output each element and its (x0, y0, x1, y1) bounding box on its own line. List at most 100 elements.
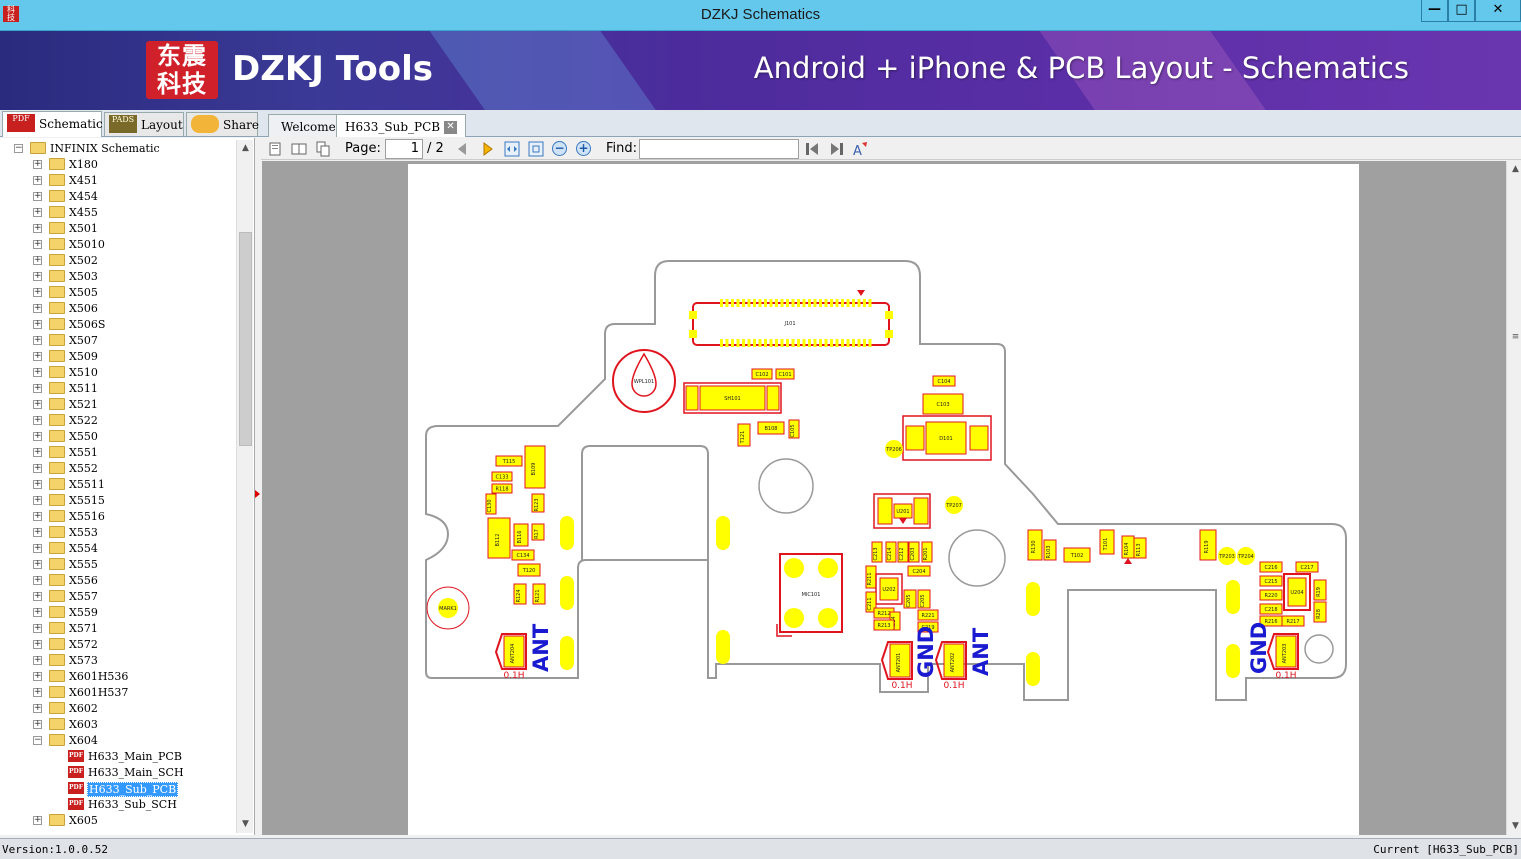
expand-icon[interactable]: + (33, 304, 42, 313)
tree-folder[interactable]: + X510 (0, 365, 236, 381)
tree-folder[interactable]: + X503 (0, 269, 236, 285)
tree-scrollbar[interactable]: ▲ ▼ (236, 140, 253, 833)
expand-icon[interactable]: + (33, 336, 42, 345)
tree-folder[interactable]: + X557 (0, 589, 236, 605)
tree-folder[interactable]: + X5515 (0, 493, 236, 509)
scroll-up-icon[interactable]: ▲ (237, 140, 254, 157)
maximize-button[interactable]: □ (1448, 0, 1475, 22)
tab-h633-sub-pcb[interactable]: H633_Sub_PCB ✕ (336, 114, 467, 137)
tree-folder[interactable]: + X573 (0, 653, 236, 669)
tree-folder[interactable]: + X521 (0, 397, 236, 413)
expand-icon[interactable]: + (33, 176, 42, 185)
find-next-icon[interactable] (829, 141, 845, 157)
scroll-thumb[interactable] (239, 232, 252, 446)
highlight-text-icon[interactable]: A (852, 141, 868, 157)
expand-icon[interactable]: + (33, 544, 42, 553)
tree-folder[interactable]: + X506S (0, 317, 236, 333)
tree-folder[interactable]: + X550 (0, 429, 236, 445)
collapse-icon[interactable]: − (33, 736, 42, 745)
tree-folder[interactable]: + X554 (0, 541, 236, 557)
expand-icon[interactable]: + (33, 688, 42, 697)
single-page-icon[interactable] (267, 141, 283, 157)
expand-icon[interactable]: + (33, 528, 42, 537)
expand-icon[interactable]: + (33, 432, 42, 441)
scroll-down-icon[interactable]: ▼ (1507, 818, 1521, 835)
tree-folder[interactable]: + X603 (0, 717, 236, 733)
tree-folder[interactable]: + X180 (0, 157, 236, 173)
find-previous-icon[interactable] (804, 141, 820, 157)
expand-icon[interactable]: + (33, 224, 42, 233)
tree-folder[interactable]: + X455 (0, 205, 236, 221)
tree-file[interactable]: PDF H633_Main_SCH (0, 765, 236, 781)
zoom-in-icon[interactable]: + (576, 141, 591, 156)
expand-icon[interactable]: + (33, 464, 42, 473)
tree-file[interactable]: PDF H633_Sub_PCB (0, 781, 236, 797)
panel-splitter[interactable] (255, 138, 261, 835)
expand-icon[interactable]: + (33, 480, 42, 489)
expand-icon[interactable]: + (33, 576, 42, 585)
tree-folder[interactable]: + X511 (0, 381, 236, 397)
next-page-icon[interactable] (480, 141, 496, 157)
tree-folder[interactable]: + X454 (0, 189, 236, 205)
fit-width-icon[interactable] (504, 141, 520, 157)
tree-folder[interactable]: + X559 (0, 605, 236, 621)
expand-icon[interactable]: + (33, 672, 42, 681)
scroll-down-icon[interactable]: ▼ (237, 816, 254, 833)
collapse-icon[interactable]: − (14, 144, 23, 153)
expand-icon[interactable]: + (33, 496, 42, 505)
two-page-icon[interactable] (291, 141, 307, 157)
collapse-arrow-icon[interactable] (255, 490, 260, 498)
close-button[interactable]: ✕ (1475, 0, 1521, 22)
expand-icon[interactable]: + (33, 816, 42, 825)
expand-icon[interactable]: + (33, 704, 42, 713)
expand-icon[interactable]: + (33, 512, 42, 521)
expand-icon[interactable]: + (33, 368, 42, 377)
tree-folder[interactable]: + X605 (0, 813, 236, 829)
tree-folder[interactable]: + X572 (0, 637, 236, 653)
tab-layout[interactable]: PADS Layout (104, 112, 184, 136)
expand-icon[interactable]: + (33, 240, 42, 249)
expand-icon[interactable]: + (33, 320, 42, 329)
minimize-button[interactable]: — (1421, 0, 1448, 22)
expand-icon[interactable]: + (33, 192, 42, 201)
expand-icon[interactable]: + (33, 400, 42, 409)
zoom-out-icon[interactable]: − (552, 141, 567, 156)
scroll-up-icon[interactable]: ▲ (1507, 161, 1521, 178)
tree-folder[interactable]: + X5010 (0, 237, 236, 253)
expand-icon[interactable]: + (33, 384, 42, 393)
previous-page-icon[interactable] (454, 141, 470, 157)
tree-folder[interactable]: + X601H537 (0, 685, 236, 701)
expand-icon[interactable]: + (33, 624, 42, 633)
tree-folder[interactable]: + X555 (0, 557, 236, 573)
expand-icon[interactable]: + (33, 256, 42, 265)
scroll-grip-icon[interactable]: ≡ (1507, 329, 1521, 346)
tree-folder[interactable]: + X5511 (0, 477, 236, 493)
expand-icon[interactable]: + (33, 416, 42, 425)
find-input[interactable] (639, 139, 799, 159)
expand-icon[interactable]: + (33, 608, 42, 617)
expand-icon[interactable]: + (33, 208, 42, 217)
tree-folder[interactable]: + X506 (0, 301, 236, 317)
tree-folder[interactable]: − X604 (0, 733, 236, 749)
expand-icon[interactable]: + (33, 656, 42, 665)
tree-folder[interactable]: + X451 (0, 173, 236, 189)
expand-icon[interactable]: + (33, 160, 42, 169)
expand-icon[interactable]: + (33, 272, 42, 281)
expand-icon[interactable]: + (33, 288, 42, 297)
tree-file[interactable]: PDF H633_Sub_SCH (0, 797, 236, 813)
close-tab-icon[interactable]: ✕ (444, 121, 458, 134)
tree-folder[interactable]: + X601H536 (0, 669, 236, 685)
tree-folder[interactable]: + X552 (0, 461, 236, 477)
tab-welcome[interactable]: Welcome (268, 114, 345, 137)
tab-share[interactable]: Share (186, 112, 259, 136)
expand-icon[interactable]: + (33, 640, 42, 649)
expand-icon[interactable]: + (33, 720, 42, 729)
viewer-scrollbar[interactable]: ▲ ≡ ▼ (1506, 161, 1521, 835)
tree-folder[interactable]: + X553 (0, 525, 236, 541)
tree-folder[interactable]: + X556 (0, 573, 236, 589)
document-viewer[interactable]: J101 WPL101 SH101 C102 C101 T121 B108 C105 C104 C… (262, 161, 1506, 835)
tree-folder[interactable]: + X571 (0, 621, 236, 637)
tree-folder[interactable]: + X602 (0, 701, 236, 717)
page-number-input[interactable]: 1 (385, 139, 423, 159)
tree-root[interactable]: − INFINIX Schematic (0, 141, 236, 157)
